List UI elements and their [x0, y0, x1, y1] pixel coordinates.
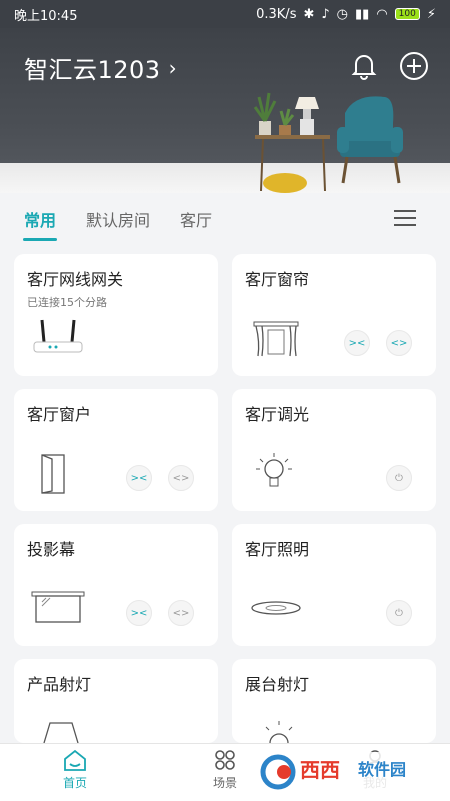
battery-icon: 100 — [394, 8, 420, 20]
room-tabs: 常用 默认房间 客厅 — [0, 193, 450, 245]
lower-screen-button[interactable]: >< — [126, 600, 152, 626]
bulb-icon — [265, 721, 293, 743]
window-icon — [41, 454, 65, 494]
bell-icon[interactable] — [348, 50, 380, 82]
home-icon — [64, 749, 86, 771]
device-status: 已连接15个分路 — [27, 296, 107, 309]
signal-icon: ▮▮ — [355, 6, 370, 22]
open-window-button[interactable]: <> — [168, 465, 194, 491]
bluetooth-icon: ✱ — [303, 6, 315, 22]
device-name: 客厅窗户 — [27, 405, 92, 424]
home-header: 智汇云1203 › — [0, 28, 450, 193]
status-bar: 晚上10:45 0.3K/s ✱ ♪ ◷ ▮▮ ◠ 100 ⚡ — [0, 0, 450, 28]
device-name: 产品射灯 — [27, 675, 92, 694]
raise-screen-button[interactable]: <> — [168, 600, 194, 626]
alarm-icon: ◷ — [336, 6, 349, 22]
device-card-stage-spotlight[interactable]: 展台射灯 — [232, 659, 436, 743]
close-curtain-button[interactable]: >< — [344, 330, 370, 356]
tab-common[interactable]: 常用 — [24, 207, 56, 231]
device-card-gateway[interactable]: 客厅网线网关 已连接15个分路 — [14, 254, 218, 376]
watermark-text-1: 西西 — [300, 758, 340, 782]
add-icon[interactable] — [398, 50, 430, 82]
status-time: 晚上10:45 — [14, 8, 78, 24]
nav-scene[interactable]: 场景 — [190, 748, 260, 791]
home-selector[interactable]: 智汇云1203 › — [24, 50, 177, 85]
living-room-illustration — [253, 92, 403, 193]
charging-icon: ⚡ — [426, 6, 436, 22]
menu-icon[interactable] — [394, 210, 416, 228]
device-name: 展台射灯 — [245, 675, 310, 694]
ceiling-light-icon — [251, 601, 301, 615]
mute-icon: ♪ — [321, 6, 330, 22]
open-curtain-button[interactable]: <> — [386, 330, 412, 356]
device-card-product-spotlight[interactable]: 产品射灯 — [14, 659, 218, 743]
device-card-window[interactable]: 客厅窗户 >< <> — [14, 389, 218, 511]
tab-default-room[interactable]: 默认房间 — [86, 207, 150, 231]
projector-screen-icon — [31, 591, 85, 623]
device-name: 客厅窗帘 — [245, 270, 310, 289]
tab-living-room[interactable]: 客厅 — [180, 207, 212, 231]
device-name: 客厅调光 — [245, 405, 310, 424]
device-card-lighting[interactable]: 客厅照明 ⏻ — [232, 524, 436, 646]
nav-home-label: 首页 — [62, 776, 87, 790]
device-name: 客厅照明 — [245, 540, 310, 559]
device-card-curtain[interactable]: 客厅窗帘 >< <> — [232, 254, 436, 376]
close-window-button[interactable]: >< — [126, 465, 152, 491]
watermark-text-2: 软件园 — [358, 760, 407, 779]
nav-home[interactable]: 首页 — [40, 748, 110, 791]
chevron-right-icon: › — [168, 55, 178, 80]
router-icon — [33, 319, 83, 353]
curtain-icon — [253, 321, 299, 357]
device-name: 客厅网线网关 — [27, 270, 124, 289]
device-card-projector-screen[interactable]: 投影幕 >< <> — [14, 524, 218, 646]
network-speed: 0.3K/s — [256, 6, 297, 22]
power-icon[interactable]: ⏻ — [386, 600, 412, 626]
home-name: 智汇云1203 — [24, 56, 161, 84]
bulb-icon — [256, 453, 292, 487]
wifi-icon: ◠ — [376, 6, 388, 22]
device-name: 投影幕 — [27, 540, 76, 559]
spotlight-icon — [43, 722, 79, 743]
device-card-dimmer[interactable]: 客厅调光 ⏻ — [232, 389, 436, 511]
power-icon[interactable]: ⏻ — [386, 465, 412, 491]
scene-icon — [215, 750, 235, 770]
nav-scene-label: 场景 — [212, 776, 237, 790]
